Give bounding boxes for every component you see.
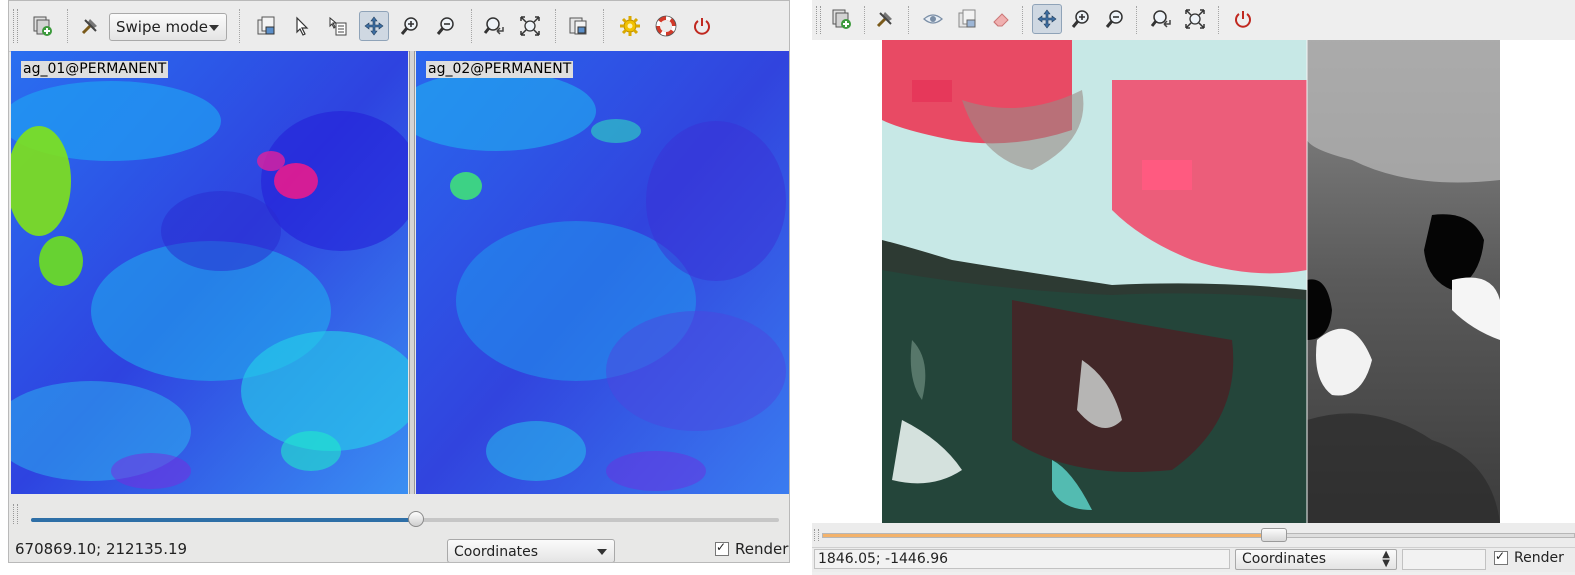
raster-ag01 [11,51,408,494]
swipe-slider[interactable] [822,528,1575,542]
swipe-slider-handle[interactable] [408,511,425,527]
pan-icon[interactable] [1032,4,1062,34]
settings-icon[interactable] [615,11,645,41]
add-layer-icon[interactable] [251,11,281,41]
layer-settings-icon[interactable] [563,11,593,41]
status-mode-select-value: Coordinates [454,544,539,560]
swipe-mode-select[interactable]: Swipe mode [109,13,227,41]
swipe-divider[interactable] [409,51,415,494]
zoom-out-icon[interactable] [1100,4,1130,34]
map-layer-label-right: ag_02@PERMANENT [426,61,574,78]
status-mode-select[interactable]: Coordinates [447,539,615,562]
zoom-extent-icon[interactable] [515,11,545,41]
render-checkbox[interactable]: Render [1494,549,1564,566]
zoom-back-icon[interactable] [479,11,509,41]
render-checkbox-label: Render [735,540,789,558]
swipe-slider[interactable] [31,511,779,527]
slider-grip[interactable] [13,504,18,524]
swipe-slider-handle[interactable] [1260,528,1287,542]
pan-icon[interactable] [359,11,389,41]
status-mode-select[interactable]: Coordinates ▲ ▼ [1235,549,1397,570]
left-map-swipe-window: Swipe mode ag_01@PERMANENT ag_02@PERMANE… [8,0,790,563]
render-checkbox[interactable]: Render [715,540,788,558]
render-checkbox-label: Render [1514,550,1564,566]
map-display-left[interactable]: ag_01@PERMANENT [11,51,408,494]
zoom-out-icon[interactable] [431,11,461,41]
raster-ag02 [416,51,789,494]
coordinates-readout: 1846.05; -1446.96 [818,551,949,567]
chevron-down-icon [597,549,607,555]
status-spacer-field [1402,549,1486,570]
eraser-icon[interactable] [986,4,1016,34]
swipe-mode-select-value: Swipe mode [116,18,209,36]
raster-swipe-view [882,40,1500,523]
map-display-right[interactable]: ag_02@PERMANENT [416,51,789,494]
zoom-in-icon[interactable] [395,11,425,41]
render-checkbox-box[interactable] [715,540,729,556]
coordinates-readout: 670869.10; 212135.19 [15,540,188,558]
zoom-extent-icon[interactable] [1180,4,1210,34]
zoom-in-icon[interactable] [1066,4,1096,34]
toolbar-grip[interactable] [13,9,18,43]
quit-icon[interactable] [687,11,717,41]
query-icon[interactable] [323,11,353,41]
right-map-swipe-window: 1846.05; -1446.96 Coordinates ▲▼ Render [812,0,1575,575]
add-map-layers-icon[interactable] [27,11,57,41]
help-icon[interactable] [651,11,681,41]
add-map-layers-icon[interactable] [826,4,856,34]
right-slider-panel [812,523,1575,547]
slider-grip[interactable] [814,529,819,541]
up-down-arrows-icon: ▲ ▼ [1382,549,1390,569]
map-layer-label-left: ag_01@PERMANENT [21,61,169,78]
quit-icon[interactable] [1228,4,1258,34]
render-checkbox-box[interactable] [1494,549,1508,565]
status-mode-select-value: Coordinates [1242,551,1327,567]
zoom-back-icon[interactable] [1146,4,1176,34]
add-layer-icon[interactable] [952,4,982,34]
swipe-slider-fill [31,518,417,522]
pointer-icon[interactable] [287,11,317,41]
chevron-down-icon [209,25,219,31]
swipe-slider-fill [823,534,1274,537]
left-toolbar: Swipe mode [9,1,789,52]
right-toolbar [812,0,1575,41]
map-display[interactable] [812,40,1575,523]
toolbar-grip[interactable] [816,6,821,34]
right-status-bar: 1846.05; -1446.96 Coordinates ▲▼ Render [812,547,1575,572]
tools-icon[interactable] [870,4,900,34]
left-bottom-panel: 670869.10; 212135.19 Coordinates Render [9,494,789,562]
coordinates-field: 1846.05; -1446.96 [814,549,1230,569]
show-icon[interactable] [918,4,948,34]
tools-icon[interactable] [75,11,105,41]
